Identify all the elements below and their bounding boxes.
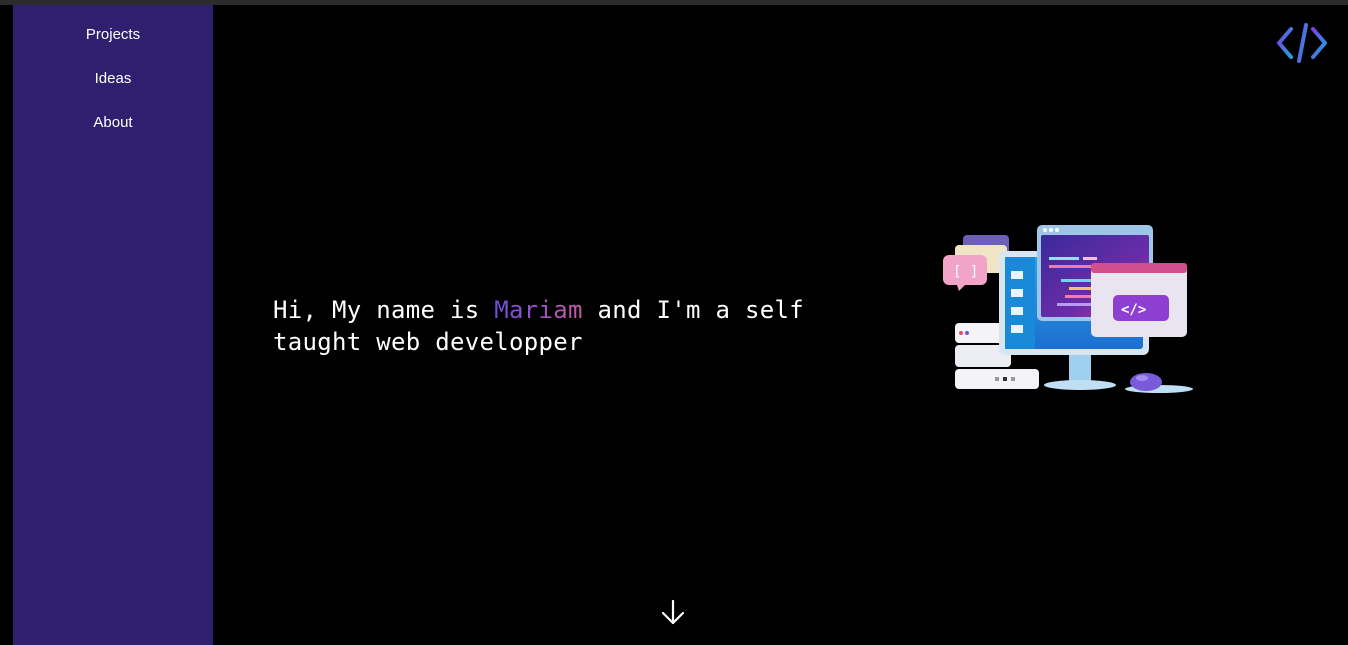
sidebar-item-ideas[interactable]: Ideas (13, 69, 213, 89)
svg-text:[ ]: [ ] (953, 264, 978, 280)
sidebar-item-projects[interactable]: Projects (13, 25, 213, 45)
hero-heading: Hi, My name is Mariam and I'm a self tau… (273, 294, 833, 358)
hero-name: Mariam (494, 296, 583, 324)
arrow-down-icon[interactable] (659, 599, 687, 627)
computer-illustration: [ ] </> (943, 225, 1193, 393)
hero-intro: Hi, My name is (273, 296, 495, 324)
main-area: Hi, My name is Mariam and I'm a self tau… (213, 5, 1348, 645)
left-edge (0, 5, 13, 645)
code-brackets-icon[interactable] (1276, 23, 1328, 63)
sidebar-item-about[interactable]: About (13, 113, 213, 133)
svg-text:</>: </> (1121, 302, 1146, 318)
sidebar: Projects Ideas About (13, 5, 213, 645)
